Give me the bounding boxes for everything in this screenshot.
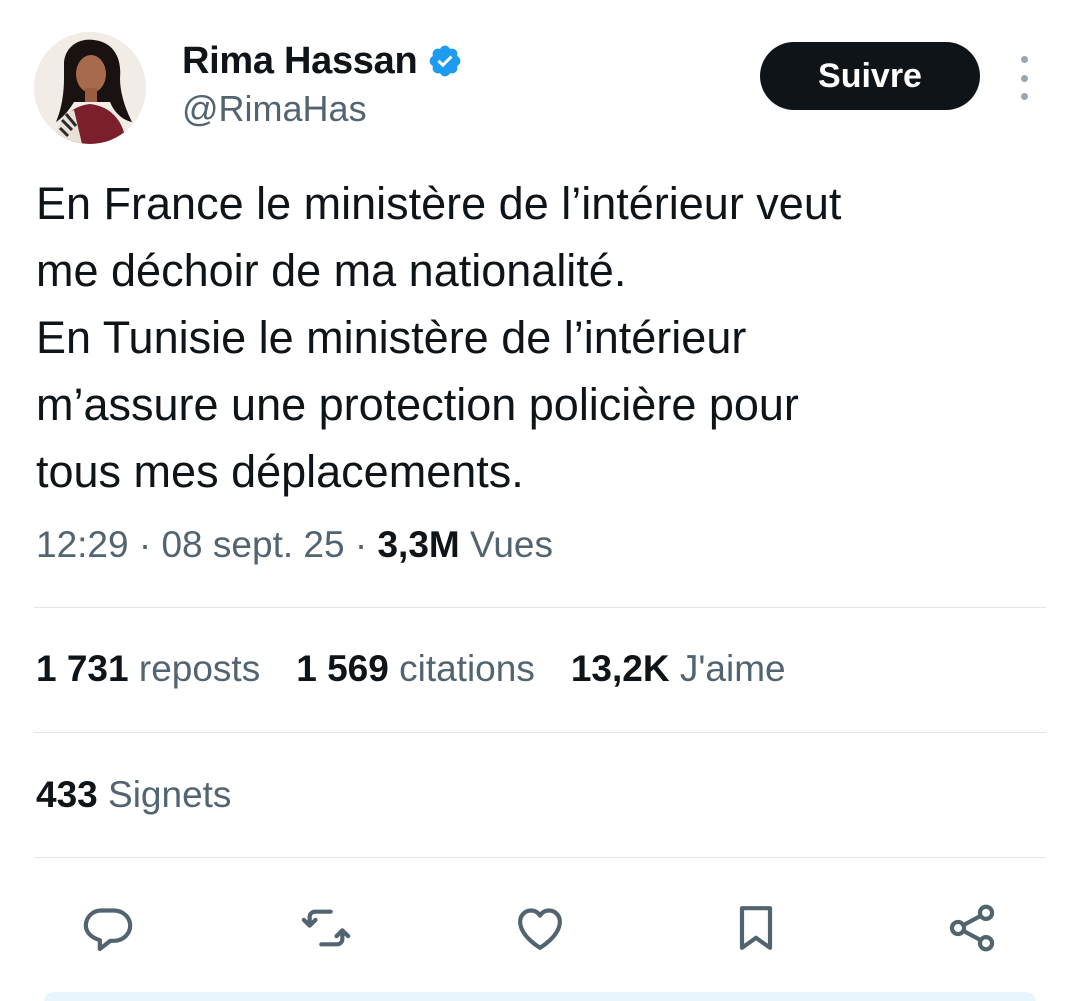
quotes-stat[interactable]: 1 569 citations xyxy=(296,648,535,690)
quotes-count: 1 569 xyxy=(296,648,389,689)
more-dot xyxy=(1020,93,1028,100)
meta-separator: · xyxy=(354,524,368,565)
tweet-detail: Rima Hassan @RimaHas Suivre En France le… xyxy=(0,0,1080,1001)
tweet-line: m’assure une protection policière pour xyxy=(36,379,799,430)
tweet-line: tous mes déplacements. xyxy=(36,446,524,497)
reply-button[interactable] xyxy=(76,896,140,960)
bookmark-icon xyxy=(739,906,773,950)
avatar-image xyxy=(34,32,146,144)
quotes-label: citations xyxy=(399,648,535,689)
compose-reply-strip[interactable] xyxy=(44,992,1036,1001)
bookmarks-label: Signets xyxy=(108,774,232,815)
likes-count: 13,2K xyxy=(570,648,670,689)
tweet-date[interactable]: 08 sept. 25 xyxy=(161,524,344,565)
likes-stat[interactable]: 13,2K J'aime xyxy=(571,648,786,690)
divider xyxy=(34,857,1046,858)
tweet-time[interactable]: 12:29 xyxy=(36,524,129,565)
more-dot xyxy=(1020,74,1028,82)
views-label: Vues xyxy=(470,524,553,565)
display-name[interactable]: Rima Hassan xyxy=(182,40,418,83)
heart-icon xyxy=(518,908,562,950)
tweet-line: me déchoir de ma nationalité. xyxy=(36,245,627,296)
more-vertical-icon[interactable] xyxy=(1008,56,1040,100)
tweet-line: En France le ministère de l’intérieur ve… xyxy=(36,178,842,229)
tweet-line: En Tunisie le ministère de l’intérieur xyxy=(36,312,747,363)
name-row: Rima Hassan xyxy=(182,36,463,86)
handle[interactable]: @RimaHas xyxy=(182,88,463,130)
divider xyxy=(34,732,1046,733)
verified-badge-icon[interactable] xyxy=(427,43,463,79)
author-block: Rima Hassan @RimaHas xyxy=(182,36,463,130)
bookmarks-count: 433 xyxy=(36,774,98,815)
views-count: 3,3M xyxy=(377,524,460,565)
engagement-stats: 1 731 reposts 1 569 citations 13,2K J'ai… xyxy=(36,648,822,690)
share-icon xyxy=(949,904,995,952)
follow-button[interactable]: Suivre xyxy=(760,42,980,110)
action-bar xyxy=(0,896,1080,960)
meta-separator: · xyxy=(138,524,152,565)
likes-label: J'aime xyxy=(679,648,786,689)
tweet-meta: 12:29 · 08 sept. 25 · 3,3M Vues xyxy=(36,524,553,566)
avatar[interactable] xyxy=(34,32,146,144)
reposts-label: reposts xyxy=(138,648,261,689)
tweet-text: En France le ministère de l’intérieur ve… xyxy=(36,170,1036,505)
like-button[interactable] xyxy=(508,896,572,960)
bookmarks-stat[interactable]: 433 Signets xyxy=(36,774,231,816)
more-dot xyxy=(1020,56,1028,63)
repost-icon xyxy=(301,909,351,947)
reposts-count: 1 731 xyxy=(36,648,129,689)
reply-icon xyxy=(83,908,133,952)
bookmark-button[interactable] xyxy=(724,896,788,960)
divider xyxy=(34,607,1046,608)
repost-button[interactable] xyxy=(294,896,358,960)
share-button[interactable] xyxy=(940,896,1004,960)
reposts-stat[interactable]: 1 731 reposts xyxy=(36,648,260,690)
